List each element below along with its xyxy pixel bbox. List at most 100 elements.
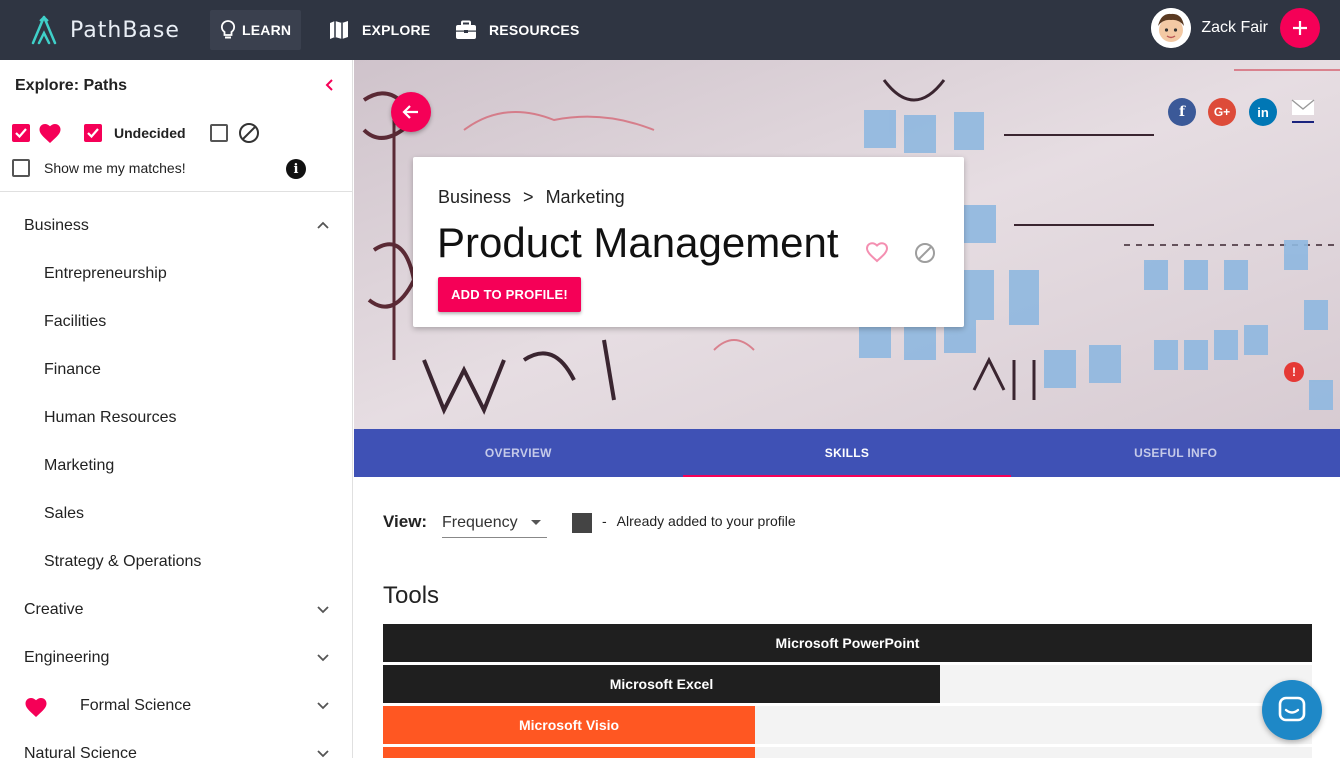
breadcrumb-business[interactable]: Business	[438, 187, 511, 207]
tool-name: Microsoft PowerPoint	[775, 635, 920, 651]
lightbulb-icon	[220, 20, 236, 39]
info-icon[interactable]: i	[286, 159, 306, 179]
category-creative[interactable]: Creative	[24, 601, 84, 619]
alert-icon[interactable]: !	[1284, 362, 1304, 382]
back-button[interactable]	[391, 92, 431, 132]
chevron-down-icon[interactable]	[316, 701, 330, 711]
check-icon	[15, 128, 27, 139]
view-select-value: Frequency	[442, 513, 518, 531]
add-button[interactable]	[1280, 8, 1320, 48]
linkedin-share-button[interactable]: in	[1249, 98, 1277, 126]
main-content: f G+ in Business > Marketing Product Manag…	[354, 60, 1340, 758]
category-formal-science[interactable]: Formal Science	[80, 697, 191, 715]
matches-row[interactable]: Show me my matches!	[12, 159, 186, 177]
tent-logo-icon	[31, 15, 57, 45]
legend-text: Already added to your profile	[616, 513, 796, 529]
tool-row[interactable]: Microsoft Excel	[383, 665, 1312, 703]
tool-bar: Microsoft Excel	[383, 665, 940, 703]
facebook-icon: f	[1178, 104, 1186, 120]
tab-overview[interactable]: OVERVIEW	[354, 429, 683, 477]
sidebar-item-strategy-operations[interactable]: Strategy & Operations	[44, 553, 201, 571]
brand-logo[interactable]: PathBase	[30, 10, 180, 50]
legend: - Already added to your profile	[602, 513, 796, 529]
user-avatar-icon	[1151, 8, 1192, 48]
tool-name: Microsoft Visio	[518, 717, 620, 733]
tool-bar: Microsoft PowerPoint	[383, 624, 1312, 662]
google-share-button[interactable]: G+	[1208, 98, 1236, 126]
email-share-button[interactable]	[1291, 98, 1315, 129]
favorites-checkbox[interactable]	[12, 124, 30, 142]
matches-label: Show me my matches!	[44, 160, 186, 176]
nav-learn[interactable]: LEARN	[210, 10, 302, 50]
page-title: Product Management	[437, 219, 839, 266]
breadcrumb-separator: >	[523, 187, 534, 207]
sidebar-item-facilities[interactable]: Facilities	[44, 313, 106, 331]
chevron-down-icon[interactable]	[316, 605, 330, 615]
sidebar-item-marketing[interactable]: Marketing	[44, 457, 114, 475]
check-icon	[87, 128, 99, 139]
dropdown-caret-icon	[531, 520, 541, 525]
nav-resources[interactable]: RESOURCES	[445, 10, 589, 50]
category-business[interactable]: Business	[24, 217, 89, 235]
avatar[interactable]	[1151, 8, 1192, 48]
user-menu[interactable]: Zack Fair	[1151, 8, 1320, 48]
legend-swatch	[572, 513, 592, 533]
view-label: View:	[383, 512, 428, 531]
sidebar-item-finance[interactable]: Finance	[44, 361, 101, 379]
category-engineering[interactable]: Engineering	[24, 649, 109, 667]
view-select[interactable]: Frequency	[442, 508, 547, 538]
tool-bar	[383, 747, 755, 758]
sidebar-header: Explore: Paths Undecided Show me my matc…	[0, 60, 352, 192]
user-name: Zack Fair	[1201, 19, 1268, 36]
hero-banner: f G+ in Business > Marketing Product Manag…	[354, 60, 1340, 429]
sidebar-item-sales[interactable]: Sales	[44, 505, 84, 523]
brand-name: PathBase	[70, 17, 180, 43]
tab-useful-info[interactable]: USEFUL INFO	[1011, 429, 1340, 477]
breadcrumb: Business > Marketing	[438, 187, 625, 208]
linkedin-icon: in	[1257, 104, 1269, 120]
arrow-left-icon	[402, 105, 418, 119]
tool-row[interactable]	[383, 747, 1312, 758]
sidebar-title: Explore: Paths	[15, 77, 128, 94]
path-card: Business > Marketing Product Management AD…	[413, 157, 964, 327]
block-icon[interactable]	[914, 242, 936, 264]
facebook-share-button[interactable]: f	[1168, 98, 1196, 126]
chevron-up-icon[interactable]	[316, 220, 330, 230]
tool-row[interactable]: Microsoft Visio	[383, 706, 1312, 744]
heart-icon	[39, 124, 61, 143]
category-natural-science[interactable]: Natural Science	[24, 745, 137, 758]
legend-dash: -	[602, 513, 607, 529]
heart-icon	[25, 698, 47, 717]
nav-resources-label: RESOURCES	[489, 22, 580, 38]
undecided-checkbox[interactable]	[84, 124, 102, 142]
add-to-profile-button[interactable]: ADD TO PROFILE!	[438, 277, 581, 312]
favorite-heart-icon[interactable]	[865, 241, 889, 263]
sidebar: Explore: Paths Undecided Show me my matc…	[0, 60, 353, 758]
chevron-left-icon	[325, 79, 333, 91]
nav-explore-label: EXPLORE	[362, 22, 431, 38]
tool-row[interactable]: Microsoft PowerPoint	[383, 624, 1312, 662]
email-icon	[1291, 99, 1315, 123]
chevron-down-icon[interactable]	[316, 653, 330, 663]
breadcrumb-marketing[interactable]: Marketing	[546, 187, 625, 207]
blocked-checkbox[interactable]	[209, 124, 228, 142]
block-icon	[238, 123, 259, 143]
filter-row: Undecided	[12, 122, 260, 144]
sidebar-item-entrepreneurship[interactable]: Entrepreneurship	[44, 265, 167, 283]
map-icon	[330, 21, 348, 39]
chat-button[interactable]	[1262, 680, 1322, 740]
tool-bar: Microsoft Visio	[383, 706, 755, 744]
matches-checkbox[interactable]	[12, 159, 30, 177]
chat-icon	[1278, 696, 1306, 722]
chevron-down-icon[interactable]	[316, 749, 330, 758]
sidebar-item-human-resources[interactable]: Human Resources	[44, 409, 177, 427]
tab-skills[interactable]: SKILLS	[682, 429, 1012, 477]
nav-explore[interactable]: EXPLORE	[318, 10, 440, 50]
tool-name: Microsoft Excel	[609, 676, 714, 692]
plus-icon	[1293, 21, 1307, 35]
google-plus-icon: G+	[1213, 105, 1231, 119]
nav-learn-label: LEARN	[242, 22, 292, 38]
tab-bar: OVERVIEW SKILLS USEFUL INFO	[354, 429, 1340, 477]
collapse-sidebar-button[interactable]	[324, 76, 334, 97]
briefcase-icon	[456, 20, 476, 39]
